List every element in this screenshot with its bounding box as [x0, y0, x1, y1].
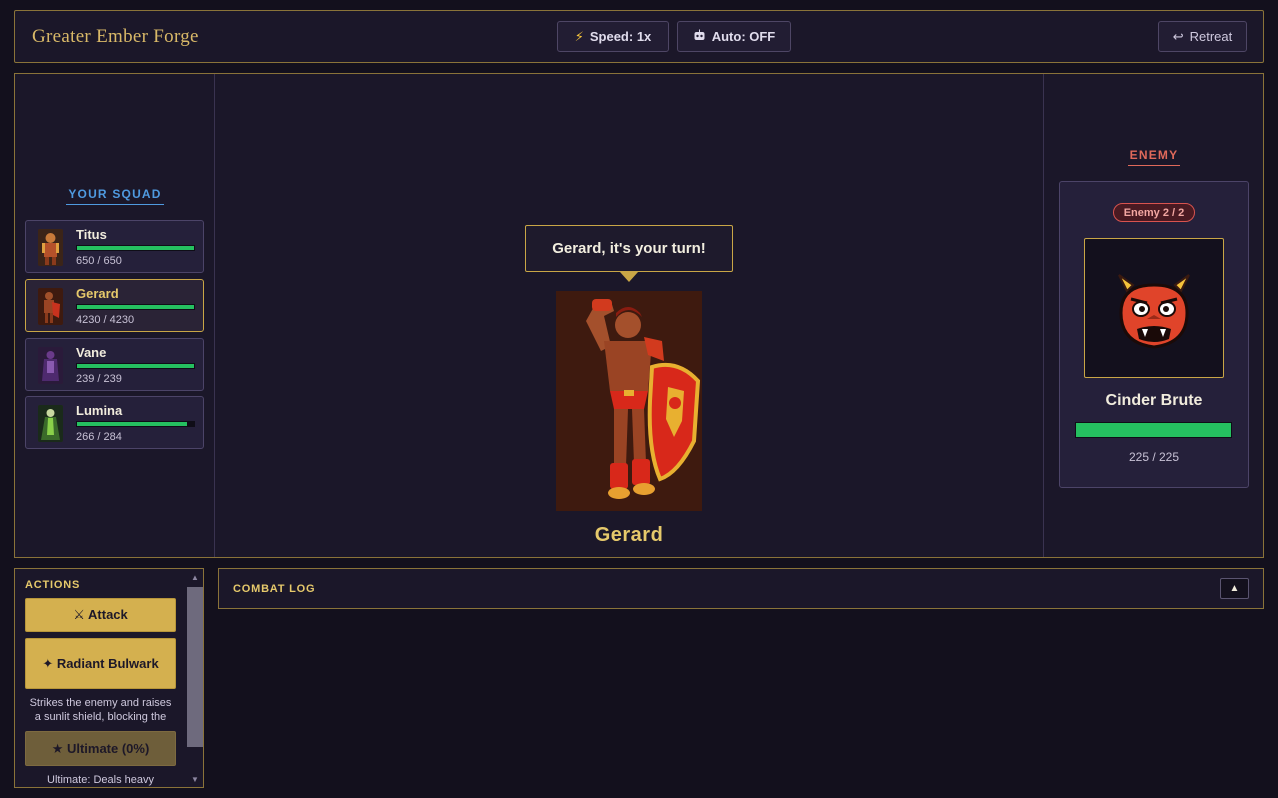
vane-portrait [38, 347, 63, 384]
ultimate-button[interactable]: ★ Ultimate (0%) [25, 731, 176, 766]
actions-panel: ACTIONS ⚔ Attack ✦ Radiant Bulwark Strik… [14, 568, 204, 788]
unit-name: Lumina [76, 403, 123, 418]
enemy-card[interactable]: Enemy 2 / 2 Cinder Brute 225 / 225 [1059, 181, 1249, 488]
squad-heading: YOUR SQUAD [66, 187, 164, 205]
hp-text: 239 / 239 [76, 373, 122, 385]
battle-arena: YOUR SQUAD Titus 650 / 650 Gerard 4230 /… [14, 73, 1264, 558]
radiant-bulwark-button[interactable]: ✦ Radiant Bulwark [25, 638, 176, 689]
actions-scrollbar[interactable]: ▲ ▼ [187, 573, 203, 785]
hp-text: 266 / 284 [76, 431, 122, 443]
lumina-portrait [38, 405, 63, 442]
unit-name: Vane [76, 345, 107, 360]
scroll-down-icon[interactable]: ▼ [190, 775, 200, 785]
scroll-thumb[interactable] [187, 587, 203, 747]
gerard-portrait [38, 288, 63, 325]
auto-label: Auto: OFF [711, 29, 776, 44]
actions-heading: ACTIONS [25, 579, 81, 591]
enemy-panel: ENEMY Enemy 2 / 2 Cinder Brute 225 / 225 [1043, 74, 1263, 557]
enemy-name: Cinder Brute [1105, 392, 1203, 409]
enemy-hp-fill [1076, 423, 1231, 437]
hp-fill [77, 246, 194, 250]
turn-message-bubble: Gerard, it's your turn! [525, 225, 733, 272]
active-hero-art [556, 291, 702, 511]
ogre-mask-icon [1118, 274, 1190, 349]
squad-panel: YOUR SQUAD Titus 650 / 650 Gerard 4230 /… [15, 74, 215, 557]
retreat-label: Retreat [1189, 29, 1233, 44]
combat-log-panel: COMBAT LOG ▲ [218, 568, 1264, 609]
enemy-portrait [1084, 238, 1224, 378]
hp-text: 650 / 650 [76, 255, 122, 267]
hp-bar [76, 421, 195, 427]
active-hero-name: Gerard [594, 524, 664, 546]
return-arrow-icon: ↩ [1172, 28, 1184, 44]
unit-name: Gerard [76, 286, 119, 301]
squad-unit-titus[interactable]: Titus 650 / 650 [25, 220, 204, 273]
enemy-hp-text: 225 / 225 [1128, 450, 1180, 464]
speed-button[interactable]: ⚡ Speed: 1x [557, 21, 669, 52]
squad-unit-gerard[interactable]: Gerard 4230 / 4230 [25, 279, 204, 332]
auto-button[interactable]: Auto: OFF [677, 21, 791, 52]
enemy-counter-badge: Enemy 2 / 2 [1113, 203, 1195, 222]
speed-label: Speed: 1x [589, 29, 652, 44]
top-bar: Greater Ember Forge ⚡ Speed: 1x Auto: OF… [14, 10, 1264, 63]
combat-log-label: COMBAT LOG [233, 583, 316, 595]
ultimate-description: Ultimate: Deals heavy [47, 774, 154, 786]
squad-unit-vane[interactable]: Vane 239 / 239 [25, 338, 204, 391]
hp-fill [77, 305, 194, 309]
attack-button[interactable]: ⚔ Attack [25, 598, 176, 632]
enemy-heading: ENEMY [1127, 148, 1181, 166]
titus-portrait [38, 229, 63, 266]
enemy-hp-bar [1075, 422, 1232, 438]
unit-name: Titus [76, 227, 107, 242]
squad-unit-lumina[interactable]: Lumina 266 / 284 [25, 396, 204, 449]
scroll-up-icon[interactable]: ▲ [190, 573, 200, 583]
hp-fill [77, 364, 194, 368]
hp-text: 4230 / 4230 [76, 314, 135, 326]
skill-description: Strikes the enemy and raises a sunlit sh… [29, 697, 172, 723]
lightning-icon: ⚡ [574, 28, 584, 44]
robot-icon [693, 29, 706, 45]
dungeon-title: Greater Ember Forge [32, 26, 199, 47]
hp-bar [76, 363, 195, 369]
hp-bar [76, 245, 195, 251]
retreat-button[interactable]: ↩ Retreat [1158, 21, 1247, 52]
bubble-tail [620, 272, 638, 282]
hp-bar [76, 304, 195, 310]
combat-log-toggle[interactable]: ▲ [1220, 578, 1249, 599]
hp-fill [77, 422, 187, 426]
